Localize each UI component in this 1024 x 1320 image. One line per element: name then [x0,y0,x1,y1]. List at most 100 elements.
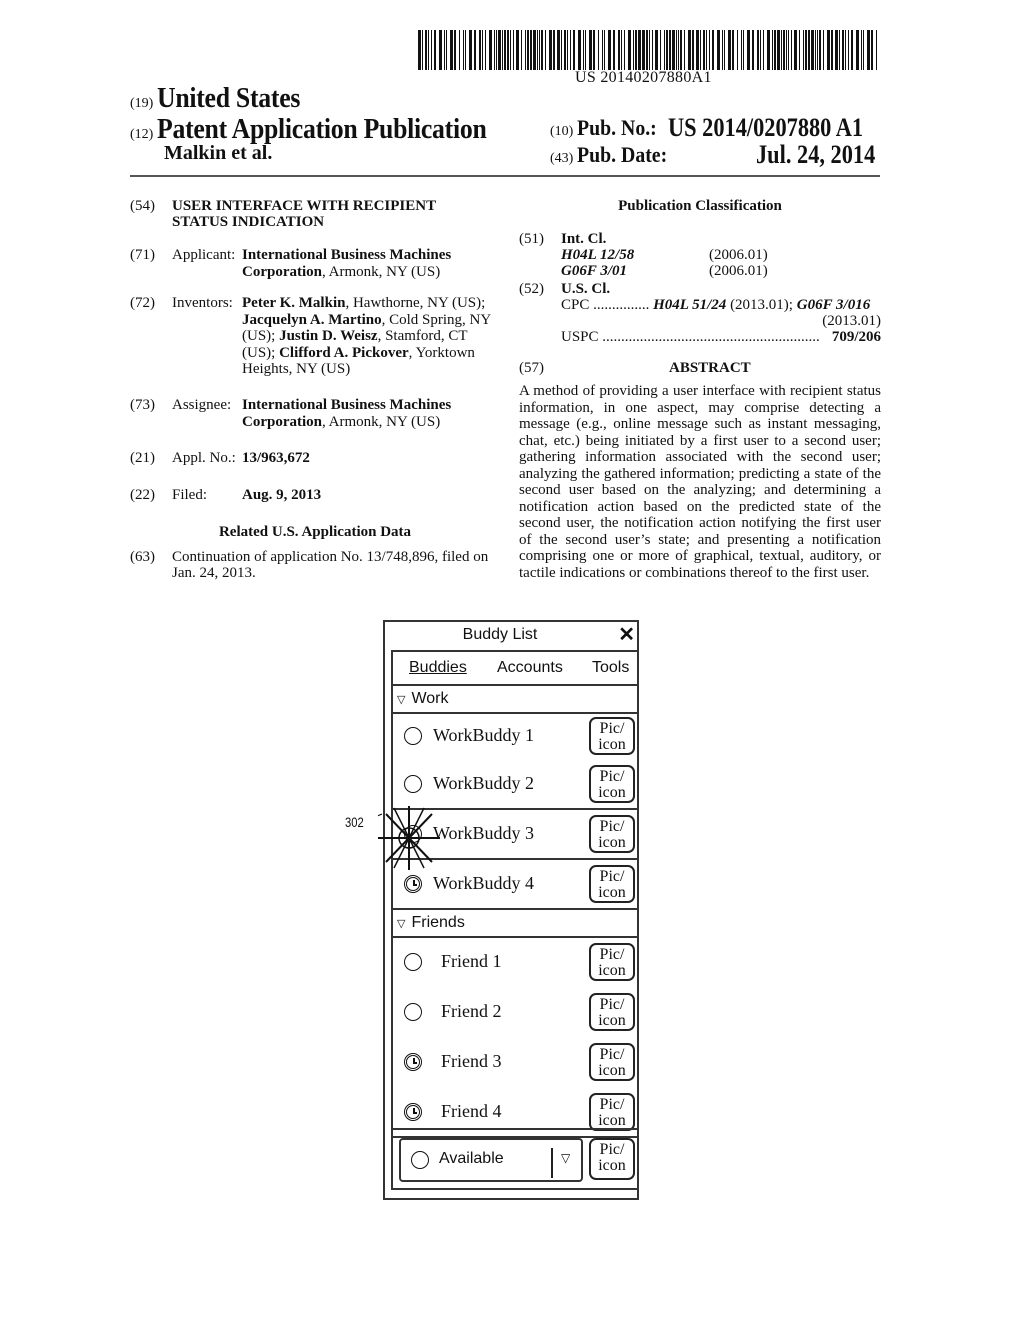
my-pic-icon[interactable]: Pic/icon [589,1138,635,1180]
barcode-bar [773,30,776,70]
barcode-bar [597,30,599,70]
barcode-bar [549,30,553,70]
barcode-bar [539,30,541,70]
my-status-dropdown[interactable]: Available ▽ [399,1138,583,1182]
buddy-name: Friend 4 [441,1101,502,1121]
away-clock-icon [404,1053,422,1071]
buddy-row[interactable]: Friend 2 Pic/icon [393,988,639,1036]
barcode-bar [856,30,859,70]
barcode-bar [848,30,850,70]
barcode-number: US 20140207880A1 [575,69,712,86]
barcode-bar [835,30,839,70]
related-data-heading: Related U.S. Application Data [218,524,412,540]
barcode-bar [433,30,436,70]
doc-type: Patent Application Publication [157,114,487,145]
abstract-text: A method of providing a user interface w… [519,383,881,581]
barcode-bar [808,30,811,70]
buddy-list-panel: Buddies Accounts Tools ▽ Work WorkBuddy 1 P… [391,650,639,1190]
barcode-bar [478,30,481,70]
barcode-bar [791,30,793,70]
barcode-bar [684,30,686,70]
barcode-bar [788,30,790,70]
available-status-icon [404,1003,422,1021]
window-title: Buddy List [462,626,538,643]
barcode-bar [811,30,815,70]
barcode-bar [533,30,537,70]
menu-buddies[interactable]: Buddies [409,659,467,677]
barcode-bar [756,30,759,70]
country: United States [157,83,301,114]
pub-date: Jul. 24, 2014 [756,140,876,169]
barcode-bar [530,30,533,70]
barcode-bar [584,30,586,70]
title-line-1: USER INTERFACE WITH RECIPIENT [172,198,437,214]
collapse-triangle-icon[interactable]: ▽ [397,693,405,706]
barcode-bar [751,30,754,70]
buddy-row[interactable]: Friend 1 Pic/icon [393,938,639,986]
barcode-bar [569,30,571,70]
barcode-bar [815,30,817,70]
buddy-row[interactable]: WorkBuddy 2 Pic/icon [393,760,639,810]
barcode-bar [782,30,785,70]
barcode-bar [488,30,492,70]
barcode-bar [866,30,870,70]
barcode-bar [766,30,770,70]
away-clock-icon [404,875,422,893]
barcode-bar [709,30,710,70]
barcode-bar [418,30,421,70]
barcode-bar [842,30,845,70]
barcode-bar [521,30,523,70]
chevron-down-icon[interactable]: ▽ [561,1151,570,1165]
menu-tools[interactable]: Tools [592,659,629,677]
buddy-pic-icon[interactable]: Pic/icon [589,717,635,755]
buddy-row[interactable]: Friend 3 Pic/icon [393,1038,639,1086]
bibliographic-right: Publication Classification (51) Int. Cl.… [519,198,881,581]
buddy-pic-icon[interactable]: Pic/icon [589,943,635,981]
barcode-bar [721,30,723,70]
group-header-friends[interactable]: ▽ Friends [393,910,639,938]
buddy-pic-icon[interactable]: Pic/icon [589,815,635,853]
barcode-bar [421,30,423,70]
buddy-pic-icon[interactable]: Pic/icon [589,1043,635,1081]
barcode-bar [473,30,476,70]
barcode-bar [646,30,649,70]
barcode-bar [727,30,731,70]
barcode-bar [723,30,725,70]
barcode-bar [870,30,873,70]
barcode-bar [449,30,453,70]
barcode-bar [637,30,641,70]
barcode-bar [430,30,432,70]
barcode-bar [561,30,562,70]
bibliographic-left: (54) USER INTERFACE WITH RECIPIENT STATU… [130,198,500,598]
available-status-icon [404,775,422,793]
group-header-work[interactable]: ▽ Work [393,686,639,714]
buddy-name: Friend 2 [441,1001,502,1021]
barcode-bar [453,30,456,70]
barcode-bar [762,30,764,70]
barcode-bar [819,30,822,70]
barcode-bar [458,30,460,70]
barcode-bar [632,30,634,70]
buddy-pic-icon[interactable]: Pic/icon [589,765,635,803]
barcode-bar [845,30,847,70]
barcode-bar [623,30,625,70]
buddy-pic-icon[interactable]: Pic/icon [589,865,635,903]
group-name: Work [411,690,449,707]
notification-burst-icon [378,806,440,870]
menu-accounts[interactable]: Accounts [497,659,563,677]
barcode-bar [462,30,464,70]
buddy-row[interactable]: WorkBuddy 1 Pic/icon [393,714,639,758]
barcode-bar [516,30,520,70]
barcode-bar [427,30,429,70]
collapse-triangle-icon[interactable]: ▽ [397,917,405,930]
barcode-bar [680,30,683,70]
barcode-bar [851,30,853,70]
barcode-bar [527,30,530,70]
buddy-pic-icon[interactable]: Pic/icon [589,993,635,1031]
buddy-name: Friend 3 [441,1051,502,1071]
pub-number: US 2014/0207880 A1 [668,113,864,142]
buddy-pic-icon[interactable]: Pic/icon [589,1093,635,1131]
barcode-bar [831,30,834,70]
close-icon[interactable]: ✕ [618,624,635,646]
barcode-bar [805,30,808,70]
